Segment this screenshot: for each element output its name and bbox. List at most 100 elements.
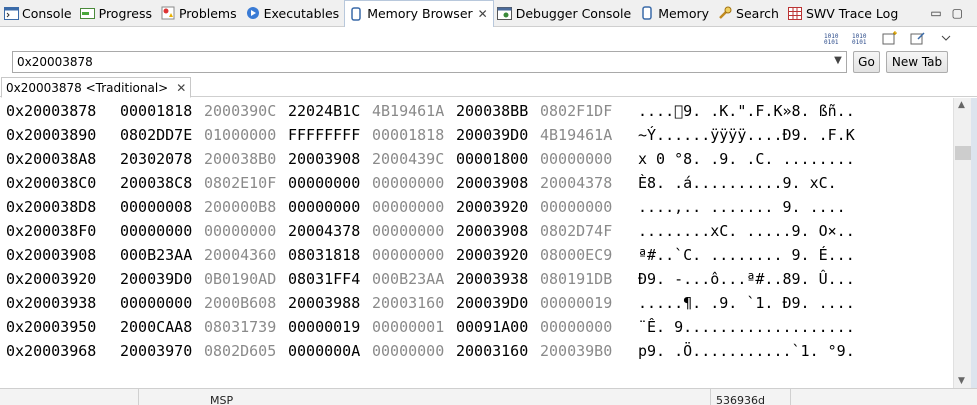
memory-word[interactable]: 08000EC9 [540,243,612,267]
pin-icon[interactable] [907,30,929,46]
minimize-icon[interactable]: ▭ [930,6,941,20]
memory-row[interactable]: 0x20003920 200039D0 0B0190AD 08031FF4 000B23… [0,267,953,291]
memory-word[interactable]: 200038C8 [120,171,192,195]
scroll-up-icon[interactable]: ▲ [958,100,965,110]
tab-memory[interactable]: Memory [636,0,714,27]
memory-word[interactable]: 000B23AA [120,243,192,267]
memory-row[interactable]: 0x200038D8 00000008 200000B8 00000000 000000… [0,195,953,219]
import-icon[interactable]: 1010 0101 [823,30,845,46]
memory-word[interactable]: 000B23AA [372,267,444,291]
memory-word[interactable]: 4B19461A [372,99,444,123]
maximize-icon[interactable]: ▢ [952,6,963,20]
memory-word[interactable]: 00000008 [120,195,192,219]
memory-word[interactable]: 0802E10F [204,171,276,195]
memory-row[interactable]: 0x20003968 20003970 0802D605 0000000A 000000… [0,339,953,363]
memory-word[interactable]: 20003908 [288,147,360,171]
memory-word[interactable]: 200000B8 [204,195,276,219]
memory-word[interactable]: 08031FF4 [288,267,360,291]
memory-row[interactable]: 0x20003890 0802DD7E 01000000 FFFFFFFF 000018… [0,123,953,147]
tab-memory-browser[interactable]: Memory Browser ✕ [344,0,494,27]
memory-word[interactable]: 22024B1C [288,99,360,123]
memory-row[interactable]: 0x20003950 2000CAA8 08031739 00000019 000000… [0,315,953,339]
memory-row[interactable]: 0x20003908 000B23AA 20004360 08031818 000000… [0,243,953,267]
memory-word[interactable]: 00000000 [288,195,360,219]
memory-word[interactable]: 00001800 [456,147,528,171]
rendering-tab-traditional[interactable]: 0x20003878 <Traditional> ✕ [1,77,192,98]
vertical-scrollbar[interactable]: ▲ ▼ [953,98,971,388]
memory-word[interactable]: 01000000 [204,123,276,147]
memory-word[interactable]: 2000B608 [204,291,276,315]
memory-word[interactable]: 08031739 [204,315,276,339]
memory-word[interactable]: 00001818 [120,99,192,123]
tab-swv-trace-log[interactable]: SWV Trace Log [784,0,903,27]
memory-word[interactable]: 00000000 [372,243,444,267]
memory-word[interactable]: 00091A00 [456,315,528,339]
memory-word[interactable]: 00000000 [540,315,612,339]
memory-word[interactable]: 20004378 [288,219,360,243]
memory-word[interactable]: 4B19461A [540,123,612,147]
memory-word[interactable]: 0802D74F [540,219,612,243]
memory-row[interactable]: 0x20003938 00000000 2000B608 20003988 200031… [0,291,953,315]
memory-row[interactable]: 0x200038C0 200038C8 0802E10F 00000000 000000… [0,171,953,195]
memory-word[interactable]: 200039B0 [540,339,612,363]
memory-word[interactable]: 0802D605 [204,339,276,363]
memory-word[interactable]: 0B0190AD [204,267,276,291]
memory-word[interactable]: 00000000 [120,291,192,315]
memory-word[interactable]: 00000000 [372,219,444,243]
chevron-down-icon[interactable]: ▼ [832,55,844,69]
memory-word[interactable]: 20003920 [456,195,528,219]
new-tab-button[interactable]: New Tab [886,51,948,73]
view-menu-icon[interactable] [935,30,957,46]
memory-word[interactable]: 200039D0 [456,291,528,315]
address-input[interactable]: 0x20003878 ▼ [12,51,847,73]
memory-word[interactable]: 200039D0 [120,267,192,291]
scroll-down-icon[interactable]: ▼ [958,376,965,386]
memory-word[interactable]: 00000019 [540,291,612,315]
memory-word[interactable]: 20004378 [540,171,612,195]
memory-word[interactable]: 200038BB [456,99,528,123]
close-icon[interactable]: ✕ [478,7,488,21]
memory-word[interactable]: 00000000 [288,171,360,195]
tab-executables[interactable]: Executables [242,0,345,27]
memory-word[interactable]: FFFFFFFF [288,123,360,147]
scrollbar-thumb[interactable] [955,146,971,160]
memory-word[interactable]: 00000000 [540,195,612,219]
memory-word[interactable]: 20004360 [204,243,276,267]
new-rendering-icon[interactable] [879,30,901,46]
memory-row[interactable]: 0x200038F0 00000000 00000000 20004378 000000… [0,219,953,243]
memory-word[interactable]: 0802DD7E [120,123,192,147]
memory-word[interactable]: 20003160 [372,291,444,315]
memory-word[interactable]: 200039D0 [456,123,528,147]
go-button[interactable]: Go [853,51,880,73]
memory-word[interactable]: 080191DB [540,267,612,291]
memory-word[interactable]: 00000019 [288,315,360,339]
memory-word[interactable]: 20003908 [456,171,528,195]
memory-word[interactable]: 00001818 [372,123,444,147]
memory-word[interactable]: 0000000A [288,339,360,363]
memory-word[interactable]: 00000000 [372,171,444,195]
memory-word[interactable]: 00000000 [120,219,192,243]
memory-word[interactable]: 00000000 [204,219,276,243]
tab-console[interactable]: Console [0,0,77,27]
memory-row[interactable]: 0x20003878 00001818 2000390C 22024B1C 4B1946… [0,99,953,123]
memory-word[interactable]: 00000000 [372,339,444,363]
memory-word[interactable]: 00000001 [372,315,444,339]
memory-word[interactable]: 00000000 [372,195,444,219]
memory-word[interactable]: 20003908 [456,219,528,243]
memory-word[interactable]: 2000CAA8 [120,315,192,339]
memory-word[interactable]: 20003160 [456,339,528,363]
memory-word[interactable]: 20003920 [456,243,528,267]
memory-word[interactable]: 2000390C [204,99,276,123]
tab-progress[interactable]: Progress [77,0,157,27]
tab-problems[interactable]: Problems [157,0,242,27]
memory-word[interactable]: 20003988 [288,291,360,315]
memory-word[interactable]: 00000000 [540,147,612,171]
memory-grid[interactable]: 0x20003878 00001818 2000390C 22024B1C 4B1946… [0,98,953,388]
close-icon[interactable]: ✕ [176,81,186,95]
export-icon[interactable]: 1010 0101 [851,30,873,46]
tab-debugger-console[interactable]: Debugger Console [494,0,636,27]
memory-row[interactable]: 0x200038A8 20302078 200038B0 20003908 200043… [0,147,953,171]
memory-word[interactable]: 0802F1DF [540,99,612,123]
memory-word[interactable]: 200038B0 [204,147,276,171]
memory-word[interactable]: 08031818 [288,243,360,267]
